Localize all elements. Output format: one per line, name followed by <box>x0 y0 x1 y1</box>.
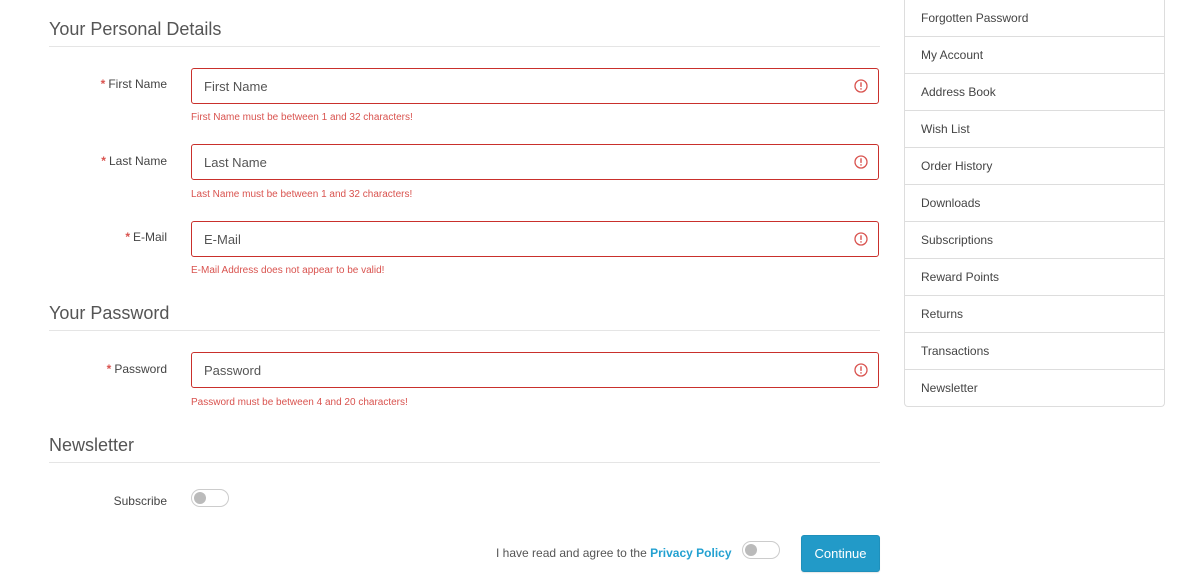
continue-button[interactable]: Continue <box>801 535 880 572</box>
sidebar-item-transactions[interactable]: Transactions <box>905 332 1164 369</box>
section-heading-newsletter: Newsletter <box>49 435 880 463</box>
last-name-field-wrapper <box>191 144 879 180</box>
privacy-agree-text: I have read and agree to the Privacy Pol… <box>496 546 732 560</box>
required-marker: * <box>101 154 106 168</box>
sidebar-item-reward-points[interactable]: Reward Points <box>905 258 1164 295</box>
sidebar-item-downloads[interactable]: Downloads <box>905 184 1164 221</box>
sidebar-item-newsletter[interactable]: Newsletter <box>905 369 1164 406</box>
first-name-error: First Name must be between 1 and 32 char… <box>191 112 413 123</box>
email-error: E-Mail Address does not appear to be val… <box>191 265 385 276</box>
sidebar-item-address-book[interactable]: Address Book <box>905 73 1164 110</box>
exclamation-circle-icon <box>854 79 868 93</box>
sidebar-item-subscriptions[interactable]: Subscriptions <box>905 221 1164 258</box>
subscribe-label: Subscribe <box>113 494 167 508</box>
password-input[interactable] <box>192 353 824 387</box>
email-label: * E-Mail <box>125 230 167 244</box>
password-field-wrapper <box>191 352 879 388</box>
first-name-field-wrapper <box>191 68 879 104</box>
last-name-error: Last Name must be between 1 and 32 chara… <box>191 189 413 200</box>
exclamation-circle-icon <box>854 155 868 169</box>
first-name-label: * First Name <box>100 77 167 91</box>
email-input[interactable] <box>192 222 824 256</box>
exclamation-circle-icon <box>854 232 868 246</box>
register-form: Your Personal Details * First Name First … <box>49 0 880 585</box>
exclamation-circle-icon <box>854 363 868 377</box>
section-heading-password: Your Password <box>49 303 880 331</box>
last-name-input[interactable] <box>192 145 824 179</box>
toggle-knob <box>745 544 757 556</box>
email-field-wrapper <box>191 221 879 257</box>
required-marker: * <box>125 230 130 244</box>
privacy-policy-link[interactable]: Privacy Policy <box>650 546 731 560</box>
sidebar-item-returns[interactable]: Returns <box>905 295 1164 332</box>
last-name-label: * Last Name <box>101 154 167 168</box>
sidebar-item-wish-list[interactable]: Wish List <box>905 110 1164 147</box>
account-sidebar: Forgotten Password My Account Address Bo… <box>904 0 1165 407</box>
toggle-knob <box>194 492 206 504</box>
section-heading-personal-details: Your Personal Details <box>49 19 880 47</box>
sidebar-item-my-account[interactable]: My Account <box>905 36 1164 73</box>
required-marker: * <box>106 362 112 376</box>
password-error: Password must be between 4 and 20 charac… <box>191 397 408 408</box>
subscribe-toggle[interactable] <box>191 489 229 507</box>
required-marker: * <box>100 77 106 91</box>
password-label: * Password <box>106 362 167 376</box>
privacy-agree-toggle[interactable] <box>742 541 780 559</box>
sidebar-item-forgotten-password[interactable]: Forgotten Password <box>905 0 1164 36</box>
first-name-input[interactable] <box>192 69 824 103</box>
sidebar-item-order-history[interactable]: Order History <box>905 147 1164 184</box>
